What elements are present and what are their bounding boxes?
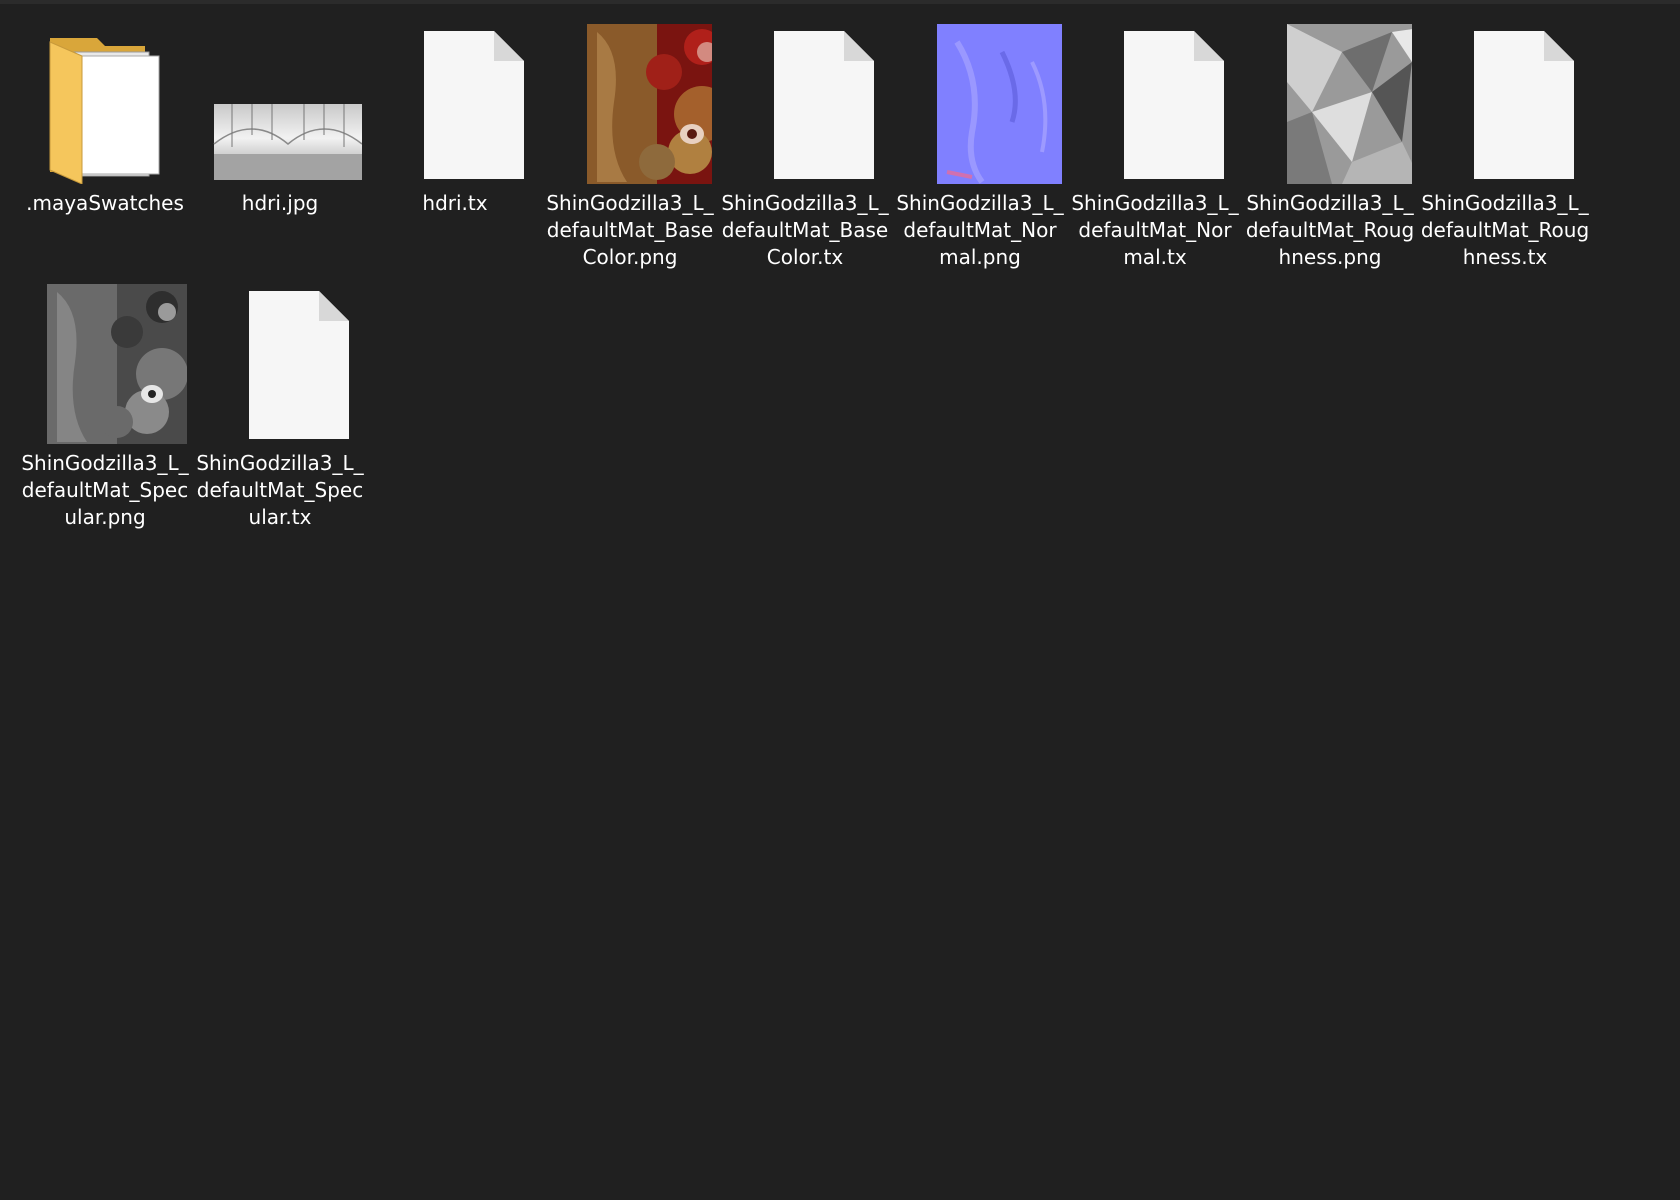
document-icon — [1077, 22, 1237, 184]
roughness-thumbnail — [1252, 22, 1412, 184]
normal-map-thumbnail — [902, 22, 1062, 184]
document-icon — [727, 22, 887, 184]
file-name-label: ShinGodzilla3_L_ defaultMat_Nor mal.png — [896, 191, 1064, 269]
file-name-label: ShinGodzilla3_L_ defaultMat_Spec ular.tx — [196, 451, 364, 529]
file-item-normal-tx[interactable]: ShinGodzilla3_L_ defaultMat_Nor mal.tx — [1055, 0, 1239, 269]
folder-icon — [27, 22, 187, 184]
file-item-basecolor-tx[interactable]: ShinGodzilla3_L_ defaultMat_Base Color.t… — [705, 0, 889, 269]
file-item-specular-png[interactable]: ShinGodzilla3_L_ defaultMat_Spec ular.pn… — [5, 260, 189, 529]
file-grid: .mayaSwatches hdri.jpg hdri.tx ShinGodzi… — [0, 0, 1680, 1200]
file-name-label: hdri.tx — [422, 191, 488, 215]
file-name-label: hdri.jpg — [241, 191, 319, 215]
file-item-hdri-jpg[interactable]: hdri.jpg — [180, 0, 362, 250]
file-name-label: ShinGodzilla3_L_ defaultMat_Base Color.p… — [546, 191, 714, 269]
specular-thumbnail — [27, 282, 187, 444]
document-icon — [1427, 22, 1587, 184]
document-icon — [202, 282, 362, 444]
file-name-label: ShinGodzilla3_L_ defaultMat_Roug hness.t… — [1420, 191, 1590, 269]
document-icon — [377, 22, 537, 184]
file-name-label: .mayaSwatches — [26, 191, 184, 215]
file-item-hdri-tx[interactable]: hdri.tx — [355, 0, 535, 250]
file-item-normal-png[interactable]: ShinGodzilla3_L_ defaultMat_Nor mal.png — [880, 0, 1064, 269]
file-item-specular-tx[interactable]: ShinGodzilla3_L_ defaultMat_Spec ular.tx — [180, 260, 364, 529]
file-name-label: ShinGodzilla3_L_ defaultMat_Roug hness.p… — [1245, 191, 1415, 269]
file-item-roughness-png[interactable]: ShinGodzilla3_L_ defaultMat_Roug hness.p… — [1230, 0, 1414, 269]
hdri-thumbnail — [202, 22, 362, 184]
file-name-label: ShinGodzilla3_L_ defaultMat_Spec ular.pn… — [21, 451, 189, 529]
file-name-label: ShinGodzilla3_L_ defaultMat_Nor mal.tx — [1071, 191, 1239, 269]
file-item-mayaswatches[interactable]: .mayaSwatches — [5, 0, 185, 250]
file-item-roughness-tx[interactable]: ShinGodzilla3_L_ defaultMat_Roug hness.t… — [1405, 0, 1589, 269]
basecolor-thumbnail — [552, 22, 712, 184]
file-item-basecolor-png[interactable]: ShinGodzilla3_L_ defaultMat_Base Color.p… — [530, 0, 714, 269]
file-name-label: ShinGodzilla3_L_ defaultMat_Base Color.t… — [721, 191, 889, 269]
